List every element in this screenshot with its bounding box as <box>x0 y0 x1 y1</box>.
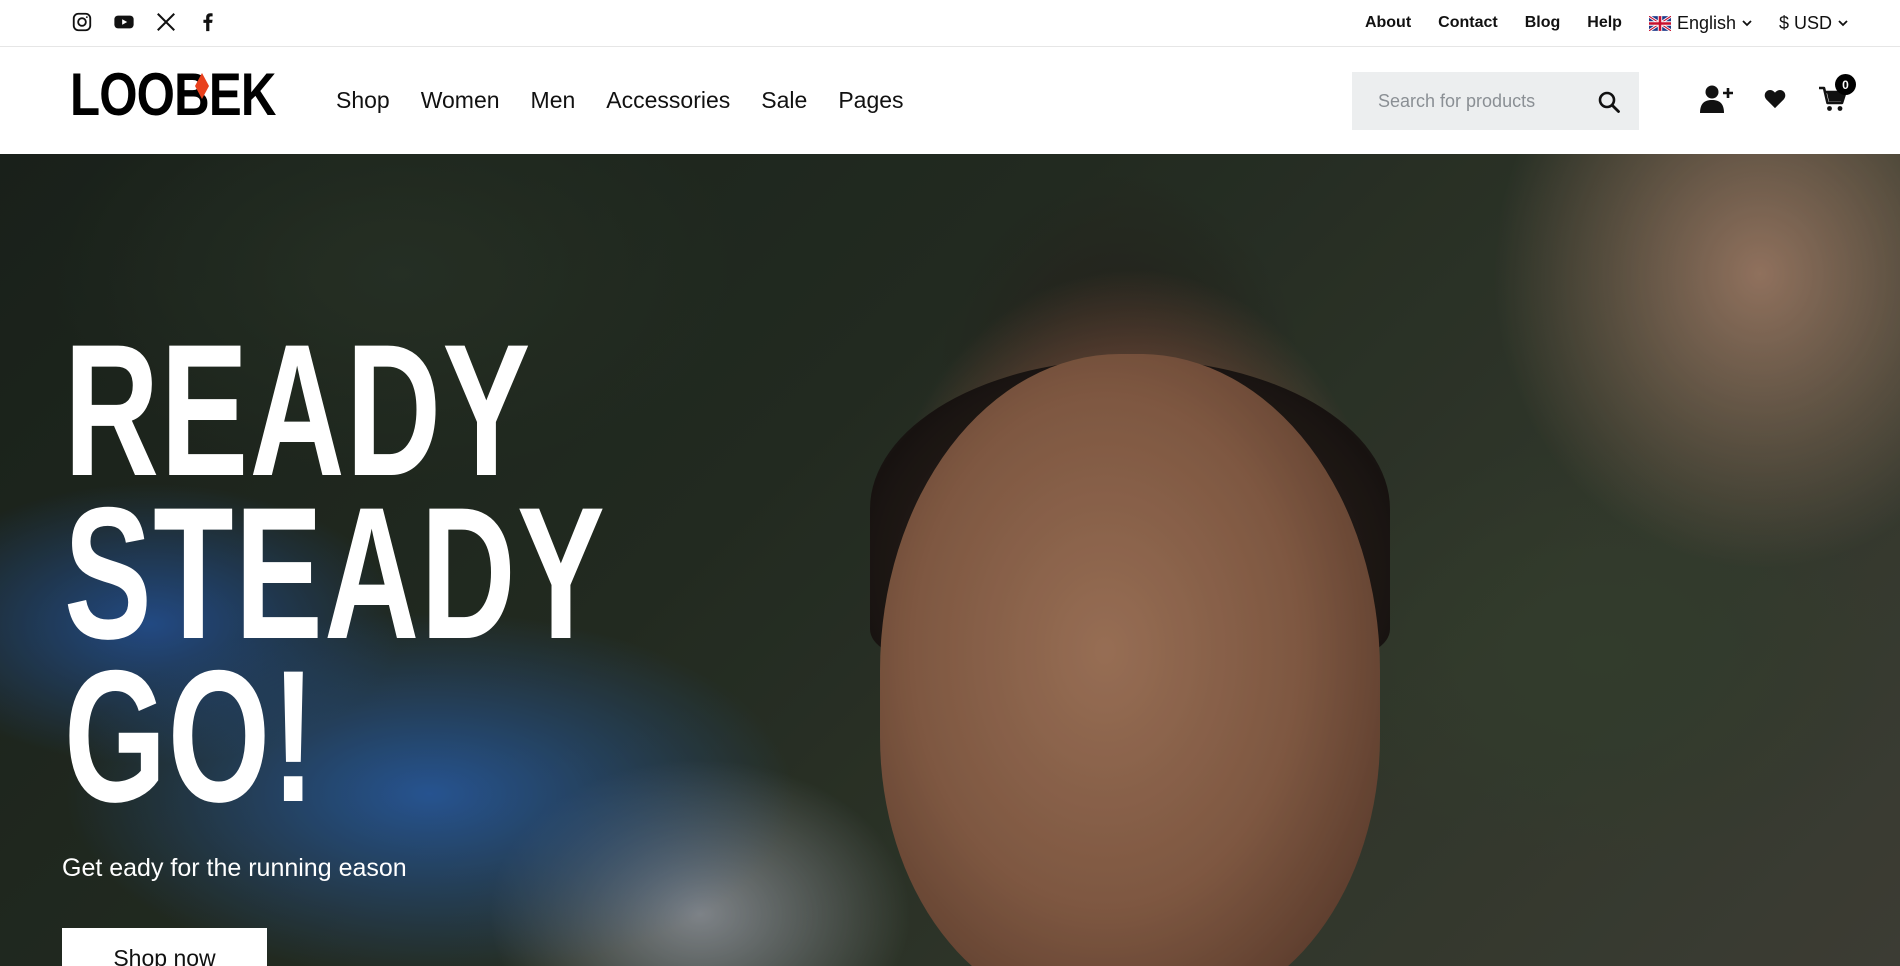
chevron-down-icon <box>1838 20 1848 27</box>
headline-line: GO! <box>64 631 317 841</box>
hero-headline: READY STEADY GO! <box>64 316 606 841</box>
nav-women[interactable]: Women <box>421 87 500 114</box>
currency-selector[interactable]: $ USD <box>1779 13 1848 34</box>
search-input[interactable] <box>1378 90 1588 112</box>
cart-count-badge: 0 <box>1835 74 1856 95</box>
language-selector[interactable]: English <box>1648 12 1752 34</box>
blog-link[interactable]: Blog <box>1525 14 1561 32</box>
contact-link[interactable]: Contact <box>1438 14 1498 32</box>
nav-accessories[interactable]: Accessories <box>606 87 730 114</box>
social-links <box>70 10 220 34</box>
help-link[interactable]: Help <box>1587 14 1622 32</box>
nav-pages[interactable]: Pages <box>838 87 903 114</box>
nav-men[interactable]: Men <box>531 87 576 114</box>
hero-subtitle: Get eady for the running eason <box>62 854 407 882</box>
facebook-icon[interactable] <box>196 10 220 34</box>
nav-sale[interactable]: Sale <box>761 87 807 114</box>
uk-flag-icon <box>1648 15 1671 31</box>
main-nav: Shop Women Men Accessories Sale Pages <box>336 47 904 154</box>
chevron-down-icon <box>1742 20 1752 27</box>
header-actions: 0 <box>1700 74 1856 115</box>
currency-label: $ USD <box>1778 12 1832 33</box>
utility-menu: About Contact Blog Help English $ USD <box>1365 0 1848 46</box>
language-label: English <box>1676 12 1736 33</box>
search-icon[interactable] <box>1597 90 1621 114</box>
hero-banner: READY STEADY GO! Get eady for the runnin… <box>0 154 1900 966</box>
cart-icon[interactable]: 0 <box>1816 74 1856 115</box>
nav-shop[interactable]: Shop <box>336 87 390 114</box>
instagram-icon[interactable] <box>70 10 94 34</box>
youtube-icon[interactable] <box>112 10 136 34</box>
logo-text: LOOBEK <box>70 61 276 128</box>
heart-icon[interactable] <box>1758 83 1792 115</box>
x-icon[interactable] <box>154 10 178 34</box>
logo-diamond-icon <box>195 73 209 99</box>
about-link[interactable]: About <box>1365 14 1411 32</box>
shop-now-button[interactable]: Shop now <box>62 928 267 966</box>
search-bar <box>1352 72 1639 130</box>
add-user-icon[interactable] <box>1700 83 1734 115</box>
top-utility-bar: About Contact Blog Help English $ USD <box>0 0 1900 47</box>
main-header: LOOBEK Shop Women Men Accessories Sale P… <box>0 47 1900 154</box>
